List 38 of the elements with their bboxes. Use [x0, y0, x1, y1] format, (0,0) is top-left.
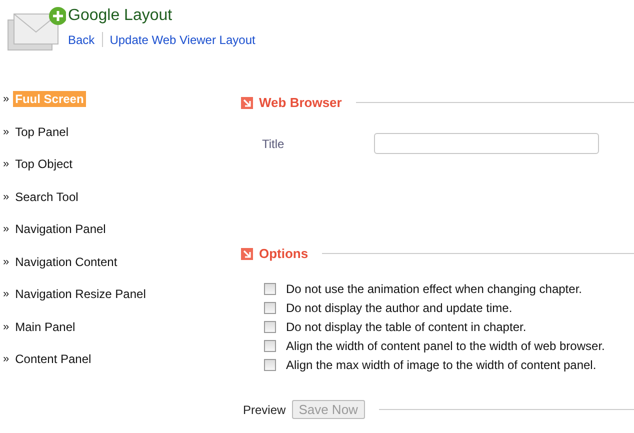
bullet-icon: »: [3, 126, 10, 138]
sidebar-item[interactable]: Content Panel: [13, 351, 94, 367]
preview-label: Preview: [243, 402, 286, 416]
checkbox[interactable]: [264, 340, 276, 352]
sidebar-item[interactable]: Navigation Content: [13, 254, 120, 270]
page-title: Google Layout: [68, 6, 174, 26]
sidebar-item[interactable]: Navigation Panel: [13, 221, 108, 237]
checkbox[interactable]: [264, 302, 276, 314]
sidebar-item[interactable]: Main Panel: [13, 318, 78, 334]
sidebar-item[interactable]: Search Tool: [13, 188, 80, 204]
bullet-icon: »: [3, 93, 10, 105]
arrow-icon: [241, 96, 253, 108]
envelope-icon: [6, 4, 66, 52]
field-label: Title: [262, 136, 286, 150]
bullet-icon: »: [3, 256, 10, 268]
bullet-icon: »: [3, 353, 10, 365]
bullet-icon: »: [3, 190, 10, 202]
arrow-icon: [241, 248, 253, 260]
option-label: Do not display the table of content in chapter.: [286, 320, 526, 334]
sidebar-item[interactable]: Top Panel: [13, 124, 70, 140]
option-label: Align the max width of image to the width of content panel.: [286, 358, 596, 372]
title-field[interactable]: [374, 133, 599, 154]
option-label: Align the width of content panel to the width of web browser.: [286, 339, 605, 353]
option-label: Do not use the animation effect when changing chapter.: [286, 282, 582, 296]
sidebar-item[interactable]: Navigation Resize Panel: [13, 286, 148, 302]
checkbox[interactable]: [264, 359, 276, 371]
section-heading: Web Browser: [259, 95, 342, 110]
back-link[interactable]: Back: [68, 32, 95, 46]
bullet-icon: »: [3, 223, 10, 235]
update-link[interactable]: Update Web Viewer Layout: [110, 32, 256, 46]
checkbox[interactable]: [264, 283, 276, 295]
section-heading: Options: [259, 246, 308, 261]
bullet-icon: »: [3, 320, 10, 332]
option-label: Do not display the author and update time.: [286, 301, 512, 315]
checkbox[interactable]: [264, 321, 276, 333]
bullet-icon: »: [3, 158, 10, 170]
bullet-icon: »: [3, 288, 10, 300]
sidebar-item[interactable]: Top Object: [13, 156, 74, 172]
